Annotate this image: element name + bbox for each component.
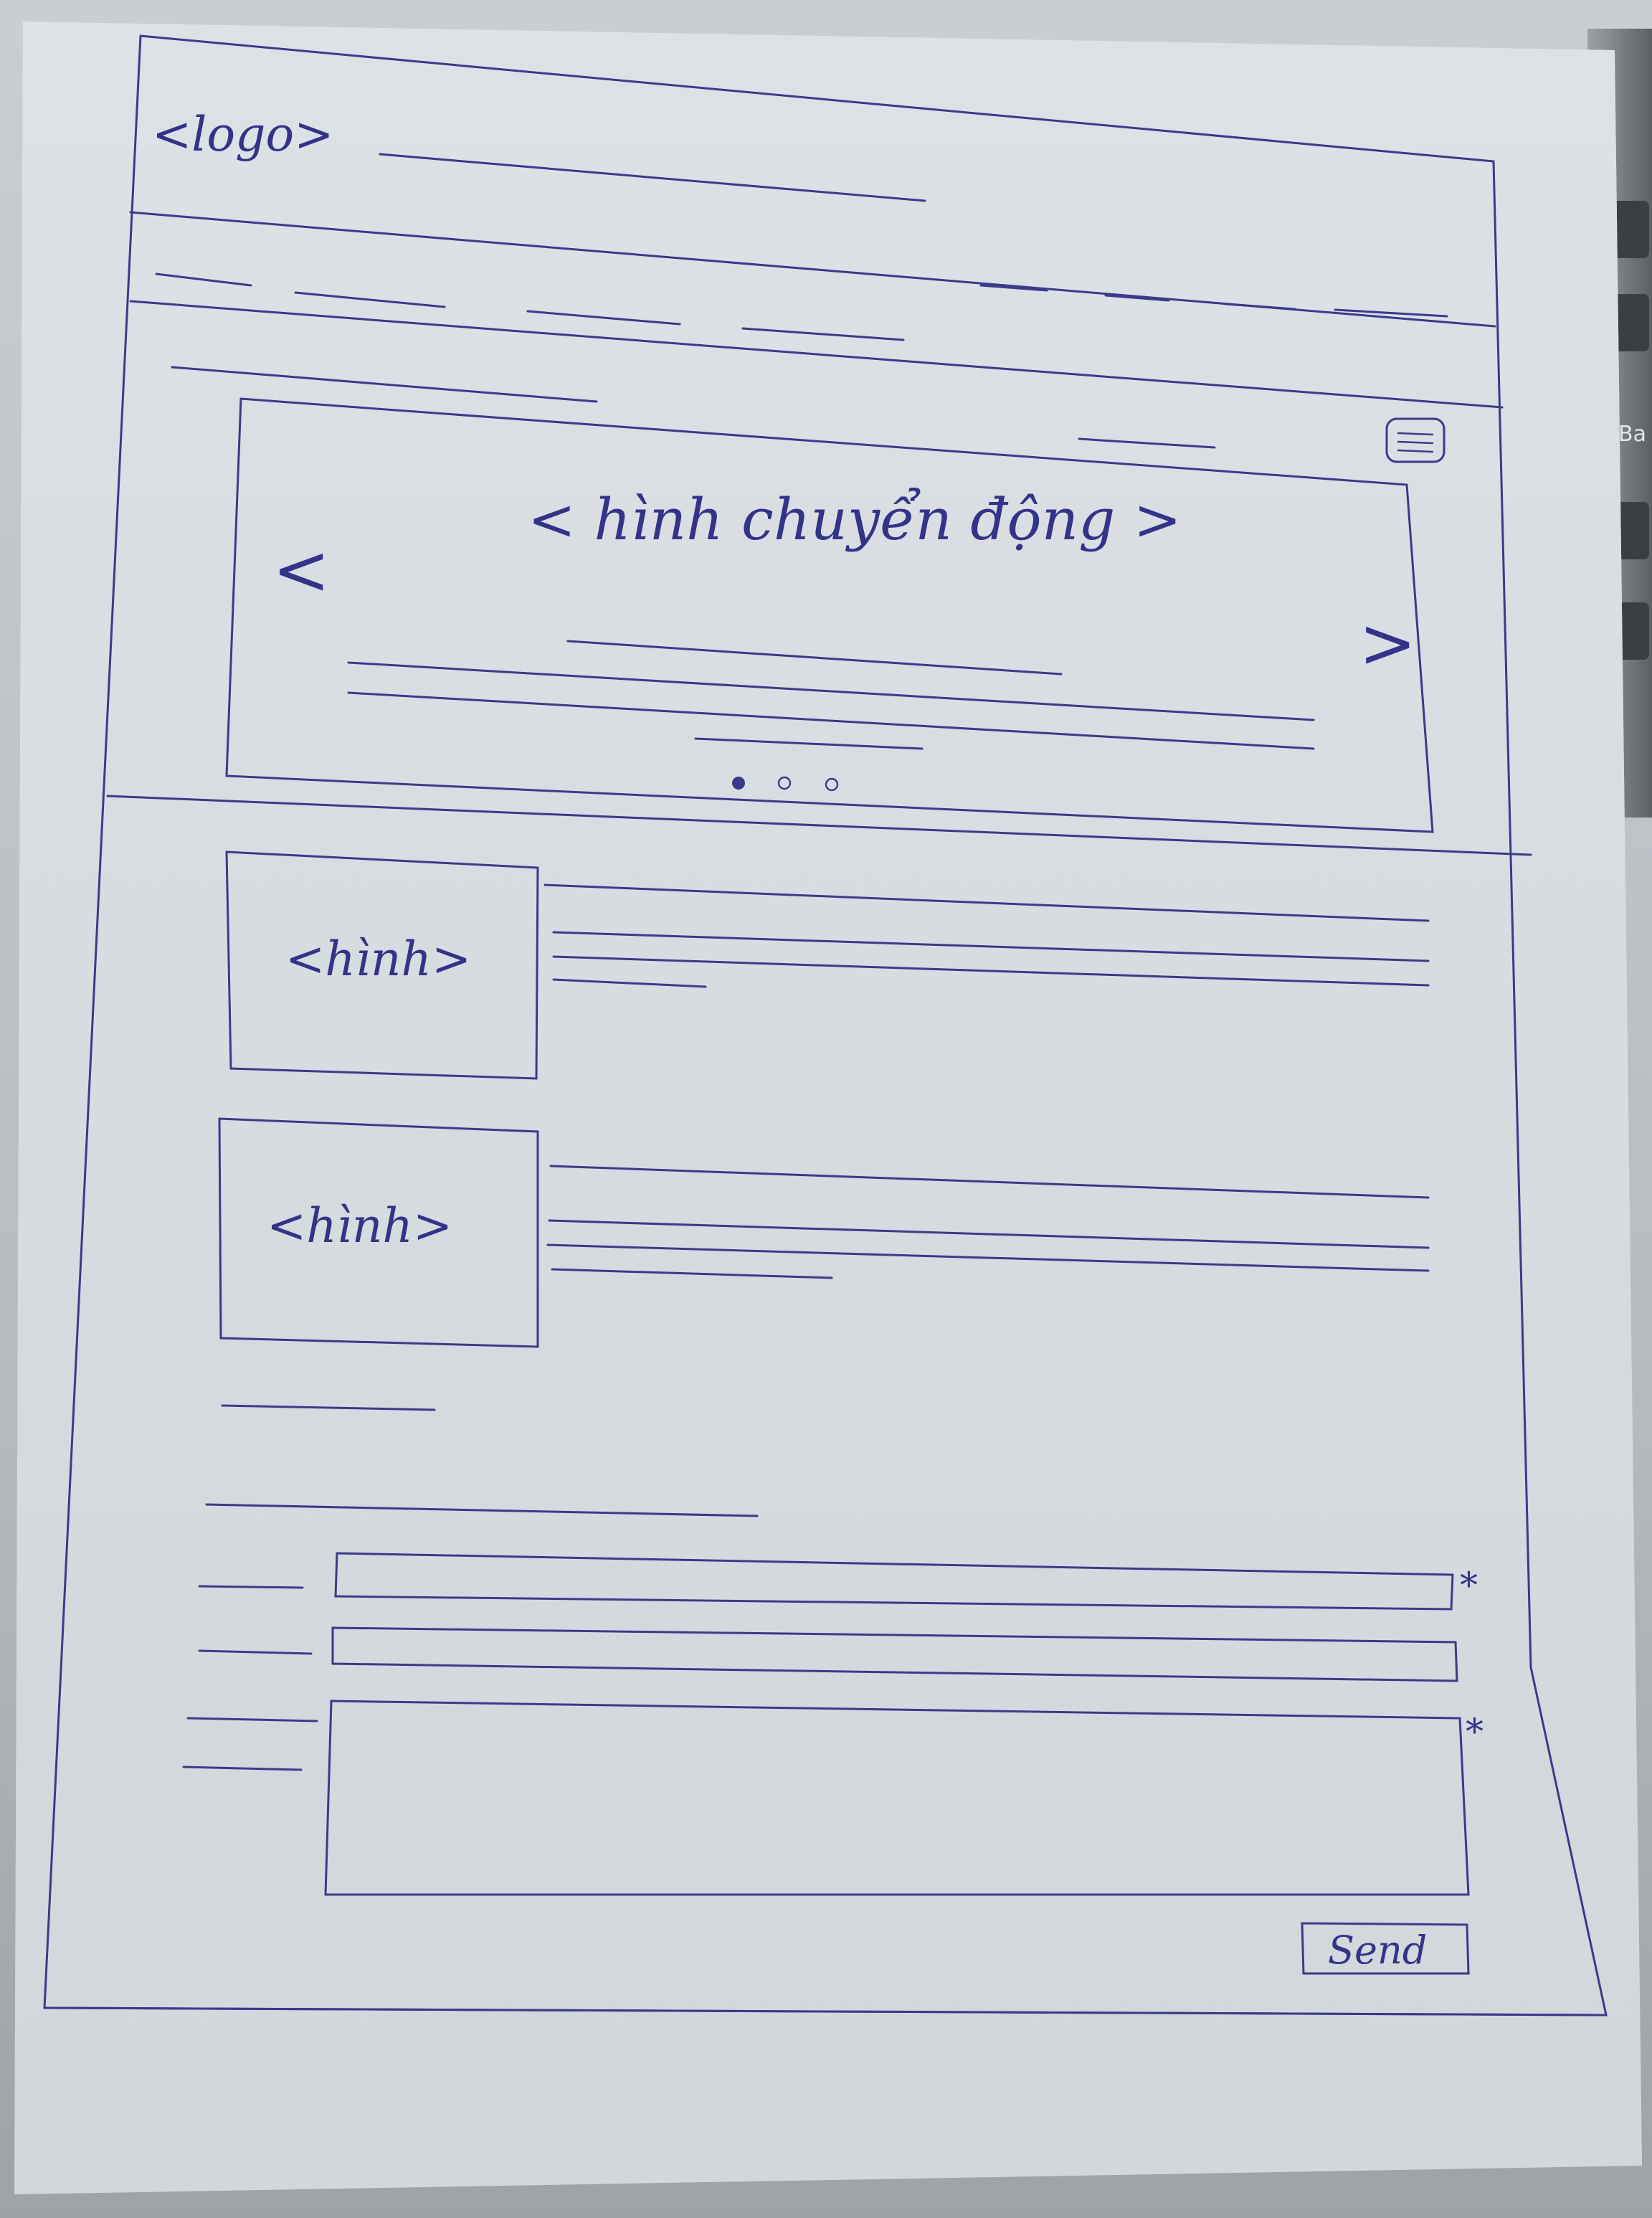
required-marker: * — [1460, 1565, 1478, 1606]
slider-dot-active[interactable] — [732, 777, 745, 790]
slider-image-placeholder: < hình chuyển động > — [528, 486, 1182, 553]
required-marker: * — [1466, 1711, 1484, 1753]
wireframe-sketch-paper: <logo> < > < hình chuyển động > <hình> <… — [14, 22, 1642, 2194]
slider-prev-arrow[interactable]: < — [272, 530, 330, 610]
field-label-line — [198, 1585, 304, 1589]
article-image-label: <hình> — [285, 932, 471, 987]
logo-placeholder: <logo> — [152, 107, 333, 162]
paper-shade — [14, 22, 1642, 2194]
send-button-label[interactable]: Send — [1328, 1928, 1427, 1973]
slider-next-arrow[interactable]: > — [1359, 603, 1416, 683]
article-image-label: <hình> — [267, 1198, 452, 1253]
